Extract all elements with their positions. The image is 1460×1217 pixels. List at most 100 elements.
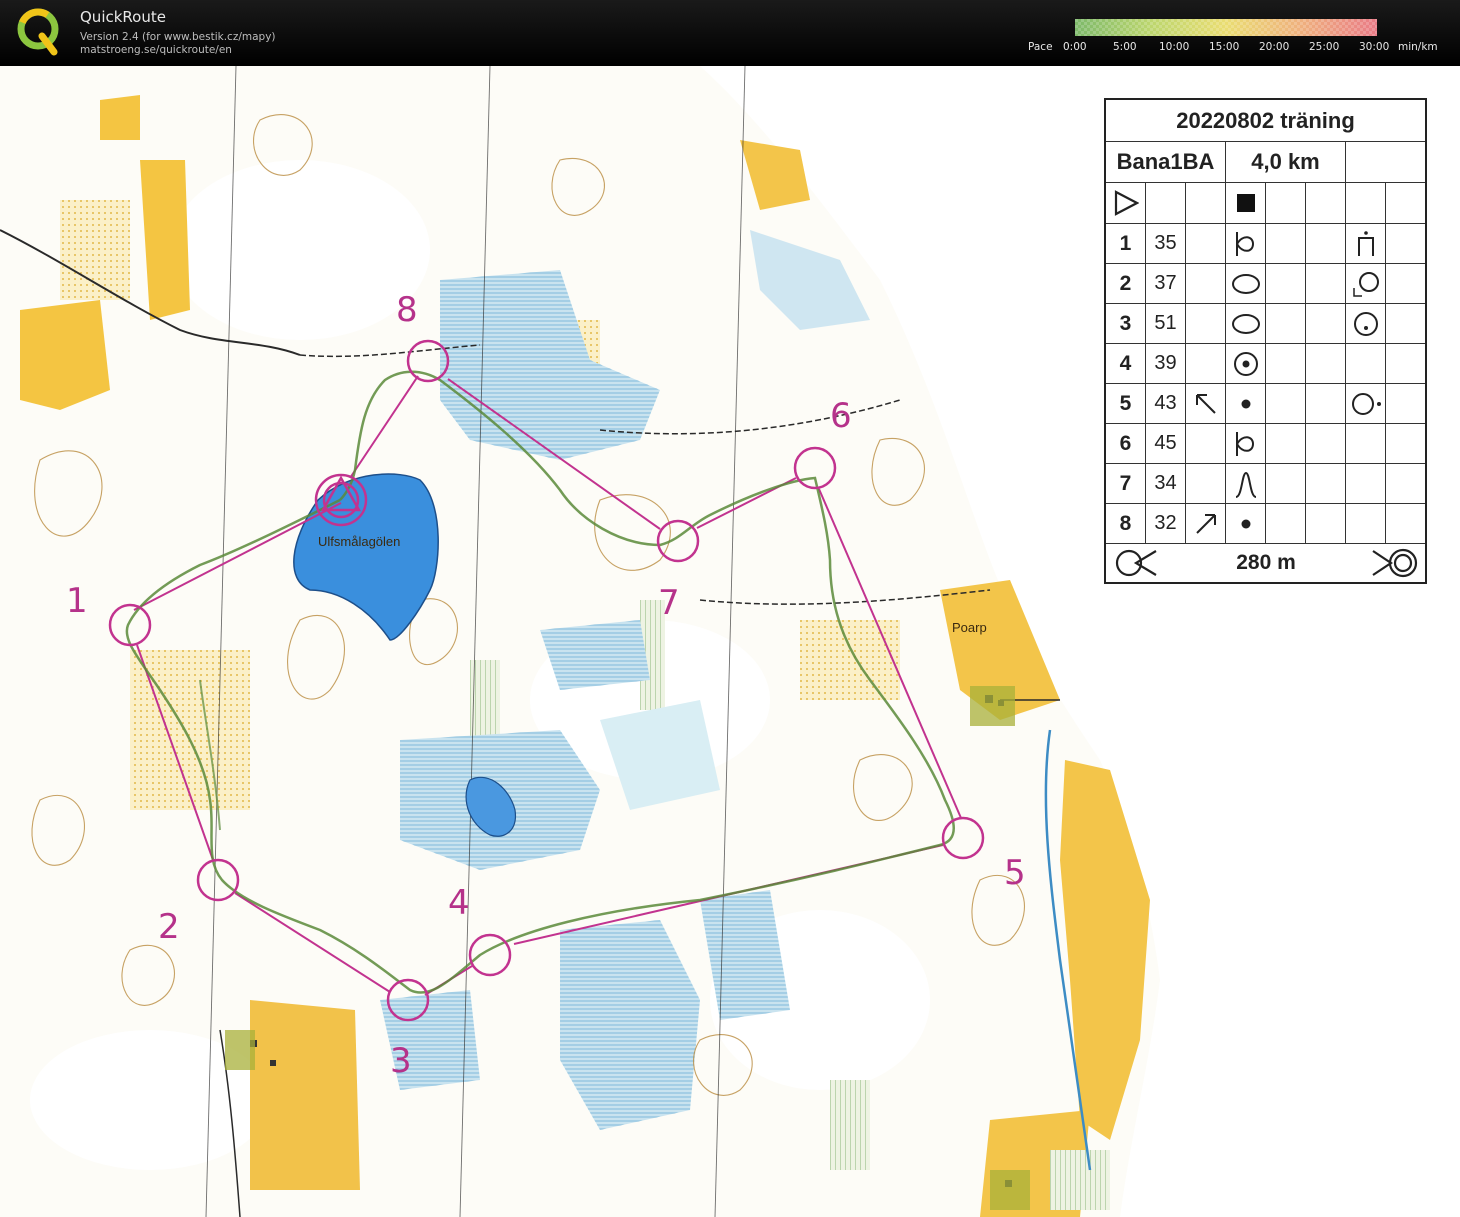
control-number-5: 5	[1004, 853, 1026, 893]
pace-tick: 0:00	[1063, 41, 1087, 53]
card-cell	[1266, 183, 1306, 224]
farm-name-label: Poarp	[952, 620, 987, 635]
card-control-number: 7	[1106, 464, 1146, 504]
card-cell	[1386, 344, 1425, 384]
control-number-7: 7	[658, 583, 680, 623]
card-cell	[1386, 504, 1425, 544]
card-feature-dot-icon	[1226, 384, 1266, 424]
card-cell	[1306, 344, 1346, 384]
card-cell	[1266, 224, 1306, 264]
card-cell	[1186, 183, 1226, 224]
card-cell	[1266, 344, 1306, 384]
control-description-card: 20220802 träning Bana1BA 4,0 km 1 35 2 37 3 5…	[1104, 98, 1427, 584]
app-version: Version 2.4 (for www.bestik.cz/mapy)	[80, 31, 276, 43]
card-cell	[1306, 504, 1346, 544]
card-course-name: Bana1BA	[1106, 142, 1226, 183]
card-cell	[1186, 344, 1226, 384]
app-name: QuickRoute	[80, 8, 166, 26]
card-cell	[1146, 183, 1186, 224]
card-cell	[1266, 384, 1306, 424]
card-control-code: 45	[1146, 424, 1186, 464]
card-feature-knoll-icon	[1226, 264, 1266, 304]
card-cell	[1186, 464, 1226, 504]
card-title: 20220802 träning	[1106, 100, 1425, 142]
card-cell	[1306, 424, 1346, 464]
card-finish-distance: 280 m	[1236, 551, 1296, 574]
app-title-bar: QuickRoute Version 2.4 (for www.bestik.c…	[0, 0, 1460, 66]
card-cell	[1186, 424, 1226, 464]
card-feature-spur-icon	[1226, 224, 1266, 264]
card-cell	[1186, 304, 1226, 344]
pace-tick: 30:00	[1359, 41, 1390, 53]
pace-tick: 15:00	[1209, 41, 1240, 53]
card-control-code: 35	[1146, 224, 1186, 264]
card-cell	[1346, 464, 1386, 504]
card-direction-arrow-icon	[1186, 504, 1226, 544]
card-control-number: 2	[1106, 264, 1146, 304]
card-cell	[1306, 224, 1346, 264]
pace-unit: min/km	[1398, 41, 1438, 53]
pace-tick: 25:00	[1309, 41, 1340, 53]
app-url-link[interactable]: matstroeng.se/quickroute/en	[80, 44, 232, 56]
card-cell	[1386, 224, 1425, 264]
card-control-number: 1	[1106, 224, 1146, 264]
card-location-top-icon	[1346, 304, 1386, 344]
card-feature-dot-icon	[1226, 504, 1266, 544]
card-control-code: 37	[1146, 264, 1186, 304]
card-cell	[1306, 384, 1346, 424]
card-cell	[1266, 424, 1306, 464]
start-triangle-icon	[1114, 190, 1139, 216]
card-cell	[1266, 264, 1306, 304]
card-cell	[1346, 504, 1386, 544]
control-number-3: 3	[390, 1041, 412, 1081]
control-number-4: 4	[448, 883, 470, 923]
card-feature-spur-icon	[1226, 424, 1266, 464]
card-control-number: 4	[1106, 344, 1146, 384]
control-number-1: 1	[66, 581, 88, 621]
lake-name-label: Ulfsmålagölen	[318, 534, 400, 549]
pace-tick: 20:00	[1259, 41, 1290, 53]
quickroute-logo-icon	[17, 8, 59, 56]
card-cell	[1306, 183, 1346, 224]
card-cell	[1386, 264, 1425, 304]
card-control-code: 51	[1146, 304, 1186, 344]
card-control-number: 6	[1106, 424, 1146, 464]
card-cell	[1266, 504, 1306, 544]
control-number-8: 8	[396, 290, 418, 330]
card-cell	[1346, 183, 1386, 224]
card-feature-point-feature-icon	[1226, 344, 1266, 384]
card-cell	[1306, 264, 1346, 304]
card-finish-start-symbol	[1106, 544, 1166, 582]
card-control-number: 8	[1106, 504, 1146, 544]
card-control-code: 34	[1146, 464, 1186, 504]
card-cell	[1266, 304, 1306, 344]
card-feature-knoll-icon	[1226, 304, 1266, 344]
card-control-number: 3	[1106, 304, 1146, 344]
card-cell	[1346, 424, 1386, 464]
card-cell	[1386, 384, 1425, 424]
card-header-blank	[1346, 142, 1425, 183]
card-cell	[1186, 224, 1226, 264]
finish-circle-icon	[1371, 548, 1417, 578]
pace-tick: 10:00	[1159, 41, 1190, 53]
control-number-2: 2	[158, 907, 180, 947]
card-start-symbol	[1106, 183, 1146, 224]
navigate-to-finish-icon	[1115, 549, 1157, 577]
card-control-code: 39	[1146, 344, 1186, 384]
card-course-length: 4,0 km	[1226, 142, 1346, 183]
pace-label: Pace	[1028, 41, 1053, 53]
card-cell	[1346, 344, 1386, 384]
card-location-foot-icon	[1346, 224, 1386, 264]
pace-tick: 5:00	[1113, 41, 1137, 53]
card-location-corner-icon	[1346, 264, 1386, 304]
control-number-6: 6	[830, 396, 852, 436]
card-cell	[1386, 424, 1425, 464]
card-cell	[1306, 464, 1346, 504]
card-cell	[1186, 264, 1226, 304]
card-cell	[1266, 464, 1306, 504]
card-cell	[1306, 304, 1346, 344]
pace-color-scale	[1075, 19, 1377, 36]
card-cell	[1386, 464, 1425, 504]
card-control-code: 43	[1146, 384, 1186, 424]
filled-square-icon	[1236, 194, 1255, 212]
